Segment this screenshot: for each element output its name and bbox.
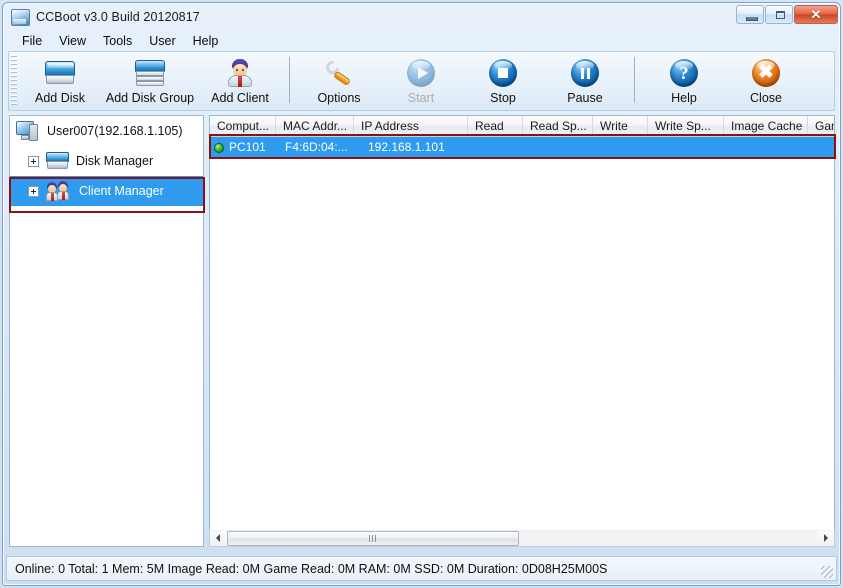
tree-node-user007[interactable]: User007(192.168.1.105) bbox=[10, 116, 203, 146]
tree-node-client-manager[interactable]: Client Manager bbox=[10, 176, 203, 206]
stop-label: Stop bbox=[490, 91, 516, 105]
horizontal-scrollbar[interactable] bbox=[209, 530, 835, 547]
toolbar-grip[interactable] bbox=[11, 55, 17, 107]
client-list-header: Comput... MAC Addr... IP Address Read Re… bbox=[210, 116, 834, 137]
pause-button[interactable]: Pause bbox=[544, 53, 626, 109]
resize-grip-icon[interactable] bbox=[821, 566, 833, 578]
cell-mac-address: F4:6D:04:... bbox=[285, 140, 348, 154]
disk-icon bbox=[45, 56, 75, 90]
scroll-left-arrow-icon[interactable] bbox=[210, 530, 226, 546]
column-header-write[interactable]: Write bbox=[593, 116, 648, 136]
client-list-body: PC101 F4:6D:04:... 192.168.1.101 bbox=[210, 137, 834, 158]
minimize-button[interactable] bbox=[736, 5, 764, 24]
add-disk-group-label: Add Disk Group bbox=[105, 91, 195, 105]
stop-button[interactable]: Stop bbox=[462, 53, 544, 109]
expand-icon-client-manager[interactable] bbox=[28, 185, 39, 197]
window-title: CCBoot v3.0 Build 20120817 bbox=[36, 10, 200, 24]
add-disk-button[interactable]: Add Disk bbox=[19, 53, 101, 109]
minimize-icon bbox=[746, 17, 758, 21]
scroll-right-arrow-icon[interactable] bbox=[818, 530, 834, 546]
disk-group-icon bbox=[135, 56, 165, 90]
add-disk-group-button[interactable]: Add Disk Group bbox=[101, 53, 199, 109]
client-group-icon bbox=[46, 181, 72, 201]
close-x-icon: ✖ bbox=[752, 56, 780, 90]
tree-node-disk-manager-label: Disk Manager bbox=[76, 154, 154, 168]
ccboot-window: CCBoot v3.0 Build 20120817 ✕ File View T… bbox=[0, 0, 843, 588]
toolbar: Add Disk Add Disk Group Add Client Optio… bbox=[8, 51, 835, 111]
toolbar-separator-2 bbox=[634, 57, 635, 103]
maximize-button[interactable] bbox=[765, 5, 793, 24]
menu-item-user[interactable]: User bbox=[141, 32, 184, 50]
options-label: Options bbox=[317, 91, 361, 105]
column-header-read[interactable]: Read bbox=[468, 116, 523, 136]
start-button[interactable]: Start bbox=[380, 53, 462, 109]
column-header-computer[interactable]: Comput... bbox=[210, 116, 276, 136]
disk-icon bbox=[46, 152, 69, 170]
tree-node-disk-manager[interactable]: Disk Manager bbox=[10, 146, 203, 176]
column-header-ip-address[interactable]: IP Address bbox=[354, 116, 468, 136]
add-client-button[interactable]: Add Client bbox=[199, 53, 281, 109]
column-header-game-cache[interactable]: Game Cache bbox=[808, 116, 834, 136]
cell-computer: PC101 bbox=[229, 140, 266, 154]
column-header-read-speed[interactable]: Read Sp... bbox=[523, 116, 593, 136]
menu-item-file[interactable]: File bbox=[14, 32, 51, 50]
menu-item-help[interactable]: Help bbox=[185, 32, 228, 50]
navigation-tree: User007(192.168.1.105) Disk Manager Clie… bbox=[9, 115, 204, 547]
menu-bar: File View Tools User Help bbox=[9, 31, 834, 51]
expand-icon-disk-manager[interactable] bbox=[28, 155, 39, 167]
menu-item-tools[interactable]: Tools bbox=[95, 32, 141, 50]
play-icon bbox=[407, 56, 435, 90]
maximize-icon bbox=[776, 11, 785, 19]
question-icon: ? bbox=[670, 56, 698, 90]
status-online-icon bbox=[214, 142, 224, 153]
app-icon bbox=[11, 8, 30, 26]
tree-node-user007-label: User007(192.168.1.105) bbox=[47, 124, 183, 138]
close-button[interactable]: ✕ bbox=[794, 5, 838, 24]
computer-icon bbox=[16, 120, 40, 142]
cell-ip-address: 192.168.1.101 bbox=[368, 140, 445, 154]
help-button[interactable]: ? Help bbox=[643, 53, 725, 109]
status-bar-text: Online: 0 Total: 1 Mem: 5M Image Read: 0… bbox=[15, 561, 608, 576]
window-controls: ✕ bbox=[736, 5, 838, 24]
toolbar-separator-1 bbox=[289, 57, 290, 103]
client-icon bbox=[227, 56, 253, 90]
client-list: Comput... MAC Addr... IP Address Read Re… bbox=[209, 115, 835, 547]
status-bar: Online: 0 Total: 1 Mem: 5M Image Read: 0… bbox=[6, 556, 837, 581]
close-app-label: Close bbox=[750, 91, 782, 105]
pause-icon bbox=[571, 56, 599, 90]
menu-item-view[interactable]: View bbox=[51, 32, 95, 50]
column-header-mac-address[interactable]: MAC Addr... bbox=[276, 116, 354, 136]
help-label: Help bbox=[671, 91, 697, 105]
stop-icon bbox=[489, 56, 517, 90]
wrench-icon bbox=[323, 56, 354, 90]
scrollbar-grip-icon bbox=[368, 534, 378, 542]
scrollbar-track[interactable] bbox=[226, 530, 818, 546]
pause-label: Pause bbox=[567, 91, 603, 105]
options-button[interactable]: Options bbox=[298, 53, 380, 109]
start-label: Start bbox=[407, 91, 435, 105]
close-app-button[interactable]: ✖ Close bbox=[725, 53, 807, 109]
add-disk-label: Add Disk bbox=[34, 91, 86, 105]
title-bar: CCBoot v3.0 Build 20120817 bbox=[3, 3, 840, 31]
tree-node-client-manager-label: Client Manager bbox=[79, 184, 164, 198]
column-header-image-cache[interactable]: Image Cache bbox=[724, 116, 808, 136]
scrollbar-thumb[interactable] bbox=[227, 530, 519, 546]
table-row[interactable]: PC101 F4:6D:04:... 192.168.1.101 bbox=[210, 137, 834, 158]
close-icon: ✕ bbox=[810, 7, 822, 22]
column-header-write-speed[interactable]: Write Sp... bbox=[648, 116, 724, 136]
add-client-label: Add Client bbox=[211, 91, 269, 105]
